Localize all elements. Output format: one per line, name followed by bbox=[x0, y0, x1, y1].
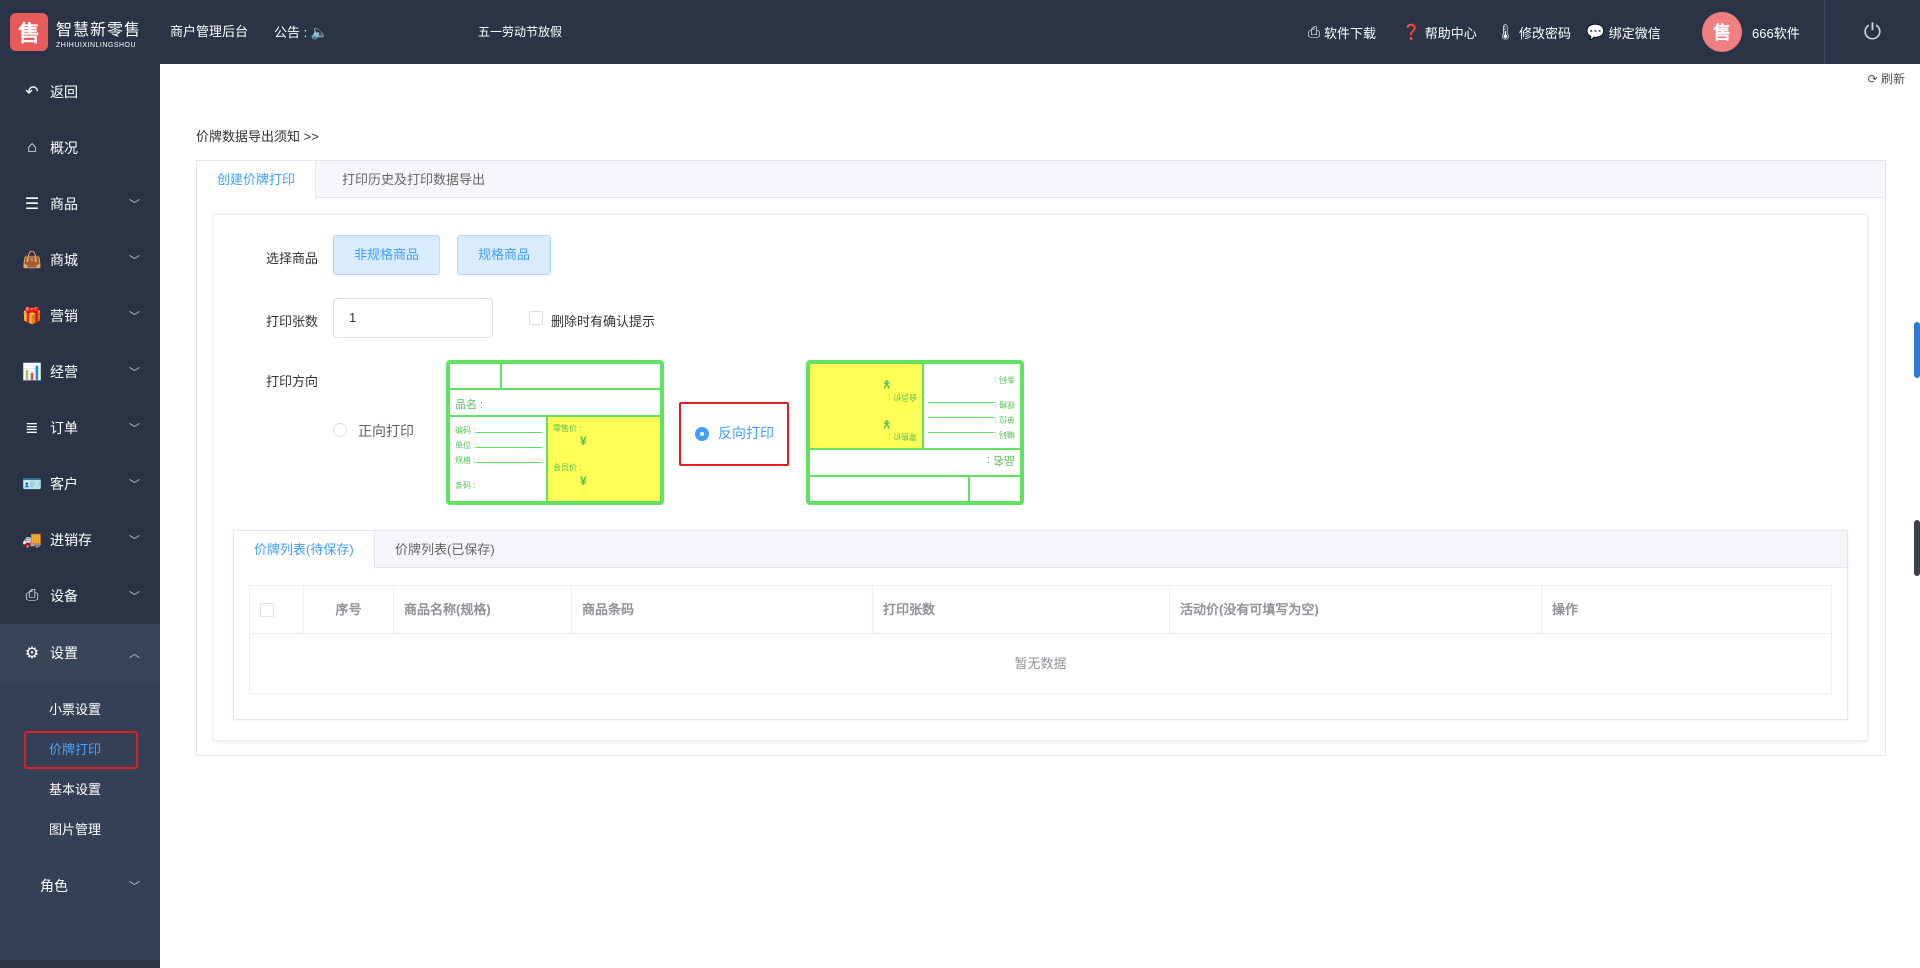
non-spec-goods-button[interactable]: 非规格商品 bbox=[333, 235, 441, 275]
chevron-up-icon: ︿ bbox=[129, 648, 140, 660]
printer-icon: ⎙ bbox=[1308, 23, 1321, 41]
thermometer-icon: 🌡 bbox=[1496, 24, 1516, 41]
truck-icon: 🚚 bbox=[22, 532, 42, 549]
price-tag-table: 序号 商品名称(规格) 商品条码 打印张数 活动价(没有可填写为空) 操作 暂无… bbox=[249, 585, 1832, 694]
chevron-down-icon: ﹀ bbox=[129, 311, 140, 323]
chevron-down-icon: ﹀ bbox=[129, 367, 140, 379]
tab-list-saved[interactable]: 价牌列表(已保存) bbox=[375, 531, 515, 568]
floating-thermometer-widget[interactable] bbox=[1914, 322, 1920, 378]
sidebar-item-roles[interactable]: 角色 ﹀ bbox=[0, 858, 160, 914]
system-title: 商户管理后台 bbox=[170, 24, 249, 39]
reverse-tag-preview: 品名 : 编码 : 单位 : 规格 : 条码 : 零售价 : ¥ 会员价 : ¥ bbox=[806, 360, 1024, 505]
tab-list-unsaved[interactable]: 价牌列表(待保存) bbox=[234, 531, 375, 569]
sidebar-item-goods[interactable]: ☰ 商品 ﹀ bbox=[0, 176, 160, 232]
reverse-print-label[interactable]: 反向打印 bbox=[718, 423, 774, 443]
back-icon: ↶ bbox=[25, 84, 39, 101]
top-bar: 售 智慧新零售 ZHIHUIXINLINGSHOU 商户管理后台 公告 : 🔈 … bbox=[0, 0, 1920, 64]
announcement-text[interactable]: 五一劳动节放假 bbox=[478, 0, 562, 64]
settings-submenu: 小票设置 价牌打印 基本设置 图片管理 角色 ﹀ bbox=[0, 682, 160, 960]
select-goods-label: 选择商品 bbox=[266, 251, 319, 266]
wechat-icon: 💬 bbox=[1586, 24, 1605, 41]
forward-tag-preview: 品名 : 编码 : 单位 : 规格 : 条码 : 零售价 : ¥ 会员价 : ¥ bbox=[446, 360, 664, 505]
avatar: 售 bbox=[1702, 12, 1742, 52]
table-header-row: 序号 商品名称(规格) 商品条码 打印张数 活动价(没有可填写为空) 操作 bbox=[250, 586, 1831, 634]
sidebar-item-devices[interactable]: ⎙ 设备 ﹀ bbox=[0, 568, 160, 624]
shopping-bag-icon: 👜 bbox=[22, 252, 42, 269]
tab-create-price-tag[interactable]: 创建价牌打印 bbox=[197, 161, 317, 199]
sidebar-item-settings[interactable]: ⚙ 设置 ︿ bbox=[0, 624, 160, 682]
question-icon: ❓ bbox=[1402, 24, 1421, 41]
forward-print-radio[interactable] bbox=[333, 423, 347, 437]
bar-chart-icon: 📊 bbox=[22, 364, 42, 381]
tab-print-history[interactable]: 打印历史及打印数据导出 bbox=[322, 161, 505, 198]
chevron-down-icon: ﹀ bbox=[129, 535, 140, 547]
price-tag-panel: 创建价牌打印 打印历史及打印数据导出 选择商品 非规格商品 规格商品 打印张数 … bbox=[196, 160, 1886, 756]
chevron-down-icon: ﹀ bbox=[129, 479, 140, 491]
create-form-card: 选择商品 非规格商品 规格商品 打印张数 1 删除时有确认提示 打印方向 正向打… bbox=[213, 214, 1868, 741]
table-header-checkbox-cell bbox=[250, 586, 304, 634]
table-header-name: 商品名称(规格) bbox=[394, 586, 572, 634]
chevron-down-icon: ﹀ bbox=[129, 255, 140, 267]
table-empty-text: 暂无数据 bbox=[1014, 656, 1067, 671]
sidebar-sub-image-management[interactable]: 图片管理 bbox=[24, 811, 138, 849]
sidebar-sub-receipt-settings[interactable]: 小票设置 bbox=[24, 691, 138, 729]
table-header-promo-price: 活动价(没有可填写为空) bbox=[1170, 586, 1542, 634]
sidebar-item-operation[interactable]: 📊 经营 ﹀ bbox=[0, 344, 160, 400]
home-icon: ⌂ bbox=[27, 139, 37, 156]
forward-print-label[interactable]: 正向打印 bbox=[358, 421, 414, 441]
table-header-index: 序号 bbox=[304, 586, 394, 634]
software-download-link[interactable]: ⎙ 软件下载 bbox=[1308, 0, 1376, 64]
sidebar-item-marketing[interactable]: 🎁 营销 ﹀ bbox=[0, 288, 160, 344]
price-tag-list-panel: 价牌列表(待保存) 价牌列表(已保存) 序号 商品名称(规格) 商品条码 打印张… bbox=[233, 530, 1848, 720]
export-notice-link[interactable]: 价牌数据导出须知 >> bbox=[196, 126, 319, 145]
sidebar-item-customers[interactable]: 🪪 客户 ﹀ bbox=[0, 456, 160, 512]
delete-confirm-label: 删除时有确认提示 bbox=[551, 314, 656, 329]
chevron-down-icon: ﹀ bbox=[129, 881, 140, 893]
chevron-down-icon: ﹀ bbox=[129, 591, 140, 603]
sidebar-sub-basic-settings[interactable]: 基本设置 bbox=[24, 771, 138, 809]
chevron-down-icon: ﹀ bbox=[129, 423, 140, 435]
power-icon: ⏻ bbox=[1863, 19, 1882, 44]
main-tabs: 创建价牌打印 打印历史及打印数据导出 bbox=[197, 161, 1885, 199]
gear-icon: ⚙ bbox=[24, 645, 40, 662]
id-card-icon: 🪪 bbox=[22, 476, 42, 493]
reverse-print-radio[interactable] bbox=[695, 427, 709, 441]
change-password-link[interactable]: 🌡 修改密码 bbox=[1496, 0, 1571, 64]
table-header-barcode: 商品条码 bbox=[572, 586, 873, 634]
refresh-button[interactable]: ⟳ 刷新 bbox=[1868, 70, 1905, 87]
sidebar-item-mall[interactable]: 👜 商城 ﹀ bbox=[0, 232, 160, 288]
brand-logo: 售 bbox=[10, 13, 48, 51]
brand-name: 智慧新零售 ZHIHUIXINLINGSHOU bbox=[56, 22, 142, 49]
order-list-icon: ≣ bbox=[25, 420, 39, 437]
sidebar: ↶ 返回 ⌂ 概况 ☰ 商品 ﹀ 👜 商城 ﹀ 🎁 营销 ﹀ 📊 经营 ﹀ ≣ 订单 ﹀ 🪪 客户 ﹀ 🚚 进… bbox=[0, 64, 160, 968]
sidebar-item-overview[interactable]: ⌂ 概况 bbox=[0, 120, 160, 176]
speaker-icon: 🔈 bbox=[310, 24, 329, 40]
print-count-label: 打印张数 bbox=[266, 314, 319, 329]
chevron-down-icon: ﹀ bbox=[129, 199, 140, 211]
help-center-link[interactable]: ❓ 帮助中心 bbox=[1402, 0, 1477, 64]
printer-icon: ⎙ bbox=[25, 587, 39, 604]
spec-goods-button[interactable]: 规格商品 bbox=[457, 235, 552, 275]
sidebar-sub-price-tag-print[interactable]: 价牌打印 bbox=[24, 731, 138, 769]
table-header-actions: 操作 bbox=[1552, 602, 1579, 617]
gift-icon: 🎁 bbox=[22, 308, 42, 325]
print-direction-label: 打印方向 bbox=[266, 374, 319, 389]
bind-wechat-link[interactable]: 💬 绑定微信 bbox=[1586, 0, 1661, 64]
refresh-icon: ⟳ bbox=[1867, 72, 1878, 86]
user-menu[interactable]: 售 666软件 bbox=[1702, 0, 1800, 64]
print-count-input[interactable]: 1 bbox=[333, 298, 493, 338]
sidebar-item-orders[interactable]: ≣ 订单 ﹀ bbox=[0, 400, 160, 456]
list-tabs: 价牌列表(待保存) 价牌列表(已保存) bbox=[234, 531, 1847, 569]
select-all-checkbox[interactable] bbox=[260, 603, 274, 617]
notice-label: 公告 : 🔈 bbox=[274, 24, 329, 40]
floating-side-widget[interactable] bbox=[1914, 520, 1920, 576]
delete-confirm-checkbox[interactable] bbox=[529, 311, 543, 325]
table-header-print-count: 打印张数 bbox=[873, 586, 1170, 634]
logout-button[interactable]: ⏻ bbox=[1824, 0, 1920, 64]
sidebar-item-inventory[interactable]: 🚚 进销存 ﹀ bbox=[0, 512, 160, 568]
list-icon: ☰ bbox=[24, 196, 40, 213]
sidebar-item-back[interactable]: ↶ 返回 bbox=[0, 64, 160, 120]
